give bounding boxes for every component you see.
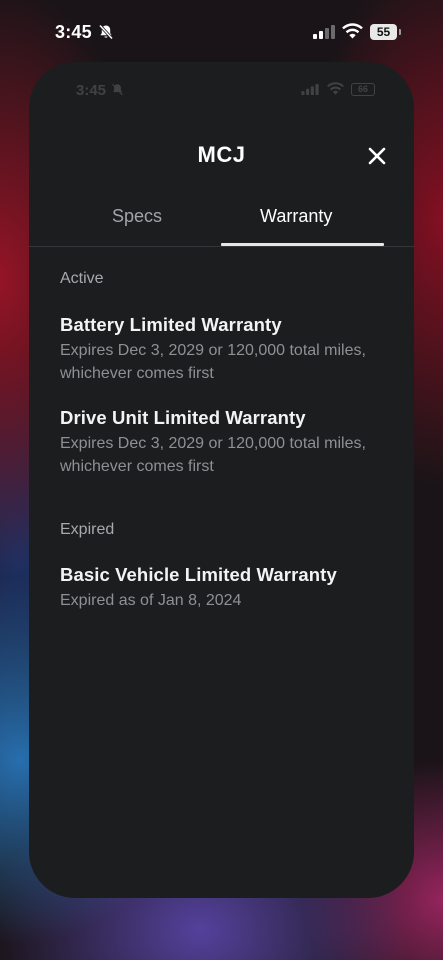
close-icon[interactable] [363,142,391,170]
tab-selected-indicator [221,243,384,246]
tab-specs[interactable]: Specs [112,206,162,227]
bell-slash-icon [98,24,114,40]
tab-bar: Specs Warranty [29,192,414,247]
warranty-item-title: Drive Unit Limited Warranty [60,407,306,428]
wifi-icon [327,82,344,95]
status-time: 3:45 [55,22,92,42]
warranty-item-description: Expires Dec 3, 2029 or 120,000 total mil… [60,342,366,382]
wifi-icon [342,23,363,39]
section-label-active: Active [60,270,104,287]
ghost-status-time: 3:45 [76,82,107,99]
battery-icon: 66 [351,83,375,96]
warranty-item-title: Battery Limited Warranty [60,314,282,335]
cellular-signal-icon [301,84,319,95]
bell-slash-icon [112,83,123,96]
warranty-item-description: Expired as of Jan 8, 2024 [60,592,242,609]
battery-icon: 55 [370,24,402,40]
battery-nub [399,29,401,35]
tab-warranty[interactable]: Warranty [260,206,332,227]
section-label-expired: Expired [60,521,115,538]
warranty-item-title: Basic Vehicle Limited Warranty [60,564,337,585]
battery-level: 55 [370,24,397,40]
warranty-item-description: Expires Dec 3, 2029 or 120,000 total mil… [60,435,366,475]
status-bar: 3:45 55 [0,0,443,64]
warranty-sheet: 3:45 66 MCJ Specs Warranty Active Batter… [29,62,414,898]
cellular-signal-icon [313,25,335,39]
sheet-title: MCJ [197,142,246,167]
sheet-ghost-status-bar: 3:45 66 [29,62,414,122]
